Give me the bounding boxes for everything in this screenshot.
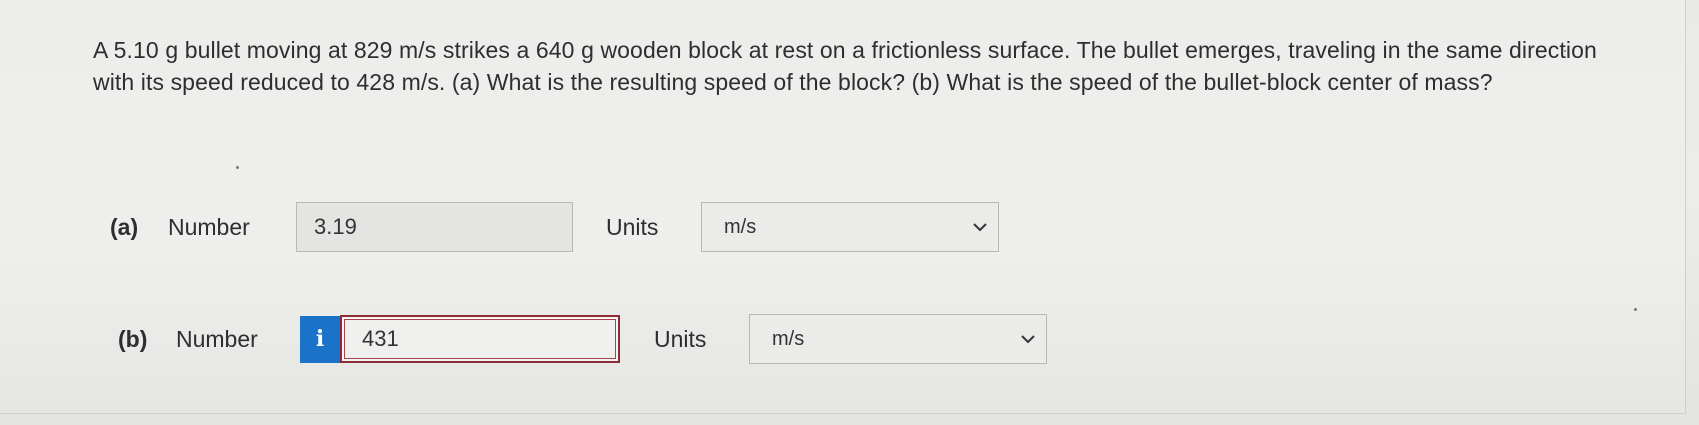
answer-row-b: (b) Number i 431 Units m/s	[118, 314, 1047, 364]
chevron-down-icon	[973, 223, 987, 232]
info-button[interactable]: i	[300, 315, 340, 363]
speck	[236, 166, 239, 169]
units-label-a: Units	[606, 213, 659, 240]
part-a-label: (a)	[110, 213, 139, 240]
units-selected-b: m/s	[772, 327, 805, 350]
answer-value-a: 3.19	[314, 214, 357, 239]
speck	[1634, 308, 1637, 311]
chevron-down-icon	[1021, 335, 1035, 344]
units-select-a[interactable]: m/s	[701, 202, 999, 252]
units-selected-a: m/s	[724, 215, 757, 238]
answer-value-b: 431	[362, 326, 399, 351]
answer-input-a[interactable]: 3.19	[296, 202, 573, 252]
units-label-b: Units	[654, 325, 707, 352]
units-select-b[interactable]: m/s	[749, 314, 1047, 364]
speck	[1564, 50, 1566, 52]
question-panel: A 5.10 g bullet moving at 829 m/s strike…	[0, 0, 1686, 414]
number-label-a: Number	[168, 213, 250, 240]
number-label-b: Number	[176, 325, 258, 352]
question-text: A 5.10 g bullet moving at 829 m/s strike…	[93, 37, 1597, 95]
part-b-label: (b)	[118, 325, 148, 352]
answer-row-a: (a) Number 3.19 Units m/s	[110, 202, 999, 252]
info-icon: i	[315, 326, 325, 352]
answer-input-b[interactable]: 431	[340, 315, 620, 363]
